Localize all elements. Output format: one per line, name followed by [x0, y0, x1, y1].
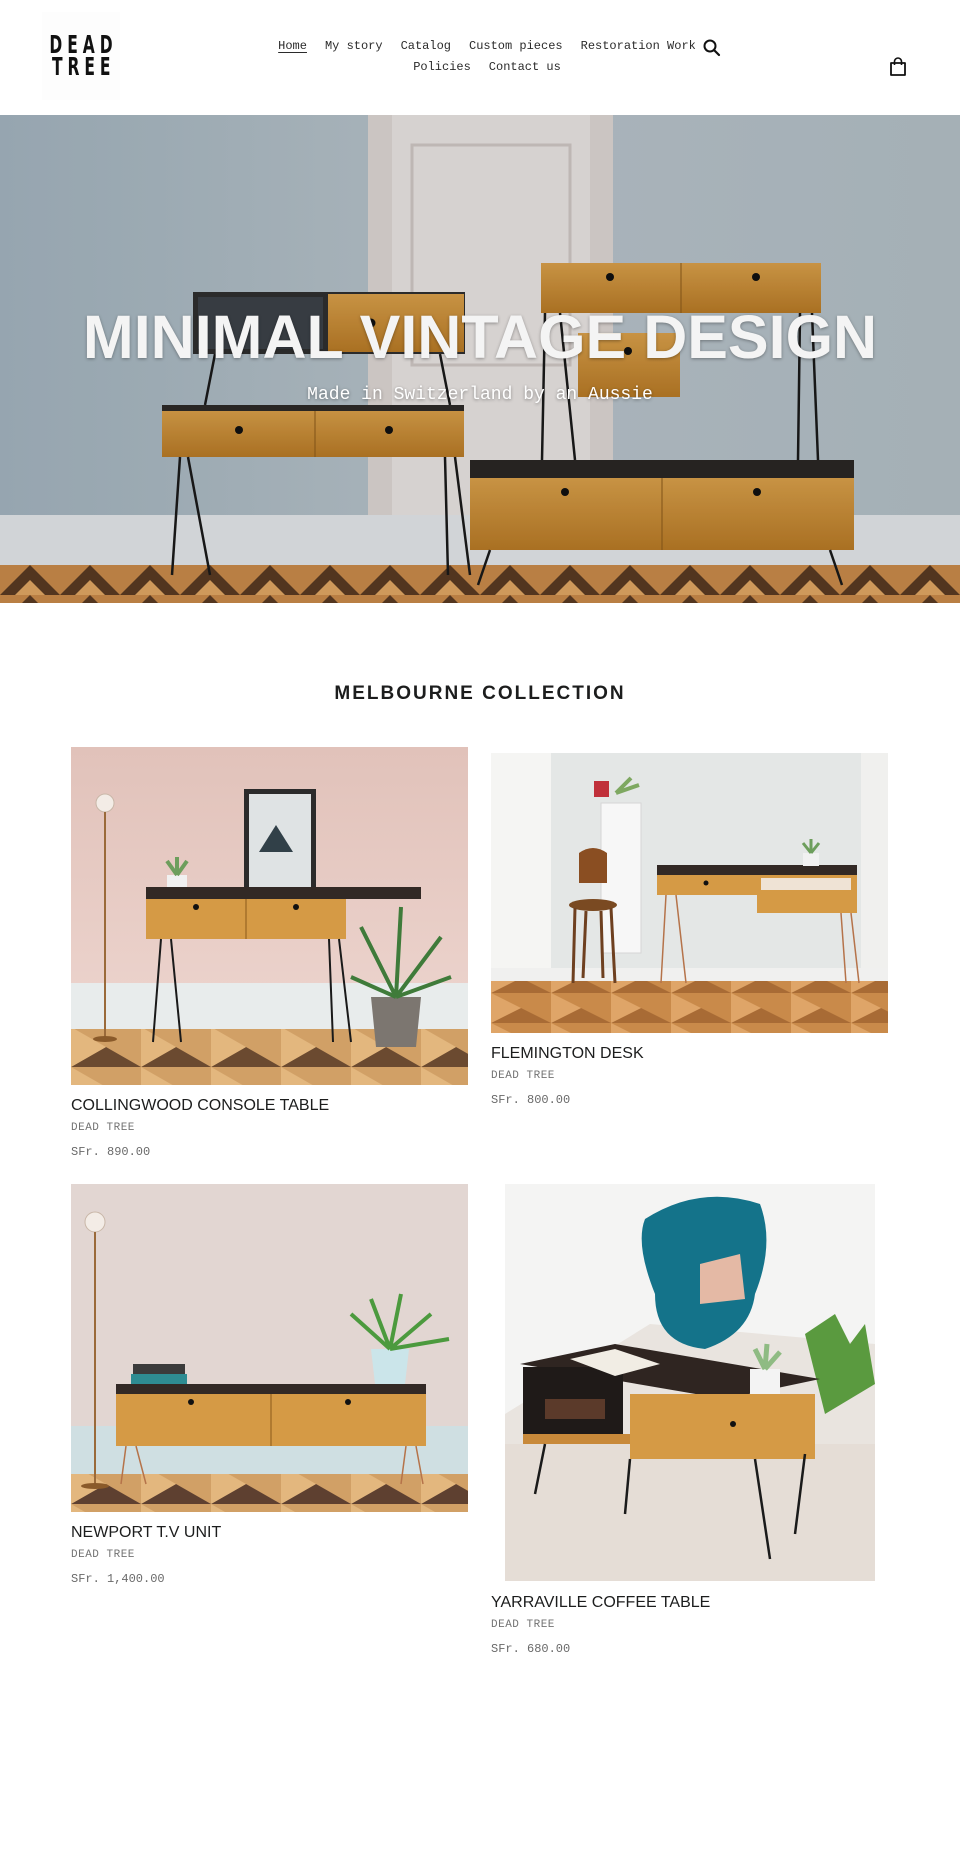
shopping-bag-icon — [890, 57, 906, 76]
flemington-desk-image — [491, 753, 888, 1033]
product-vendor: DEAD TREE — [491, 1619, 555, 1631]
product-card-newport[interactable]: NEWPORT T.V UNIT DEAD TREE SFr. 1,400.00 — [71, 1184, 468, 1594]
product-price: SFr. 890.00 — [71, 1145, 151, 1159]
nav-item-restoration-work[interactable]: Restoration Work — [572, 36, 705, 57]
product-title[interactable]: NEWPORT T.V UNIT — [71, 1524, 221, 1542]
main-nav: Home My story Catalog Custom pieces Rest… — [262, 36, 712, 78]
nav-item-catalog[interactable]: Catalog — [392, 36, 460, 57]
product-price: SFr. 1,400.00 — [71, 1572, 165, 1586]
search-button[interactable] — [702, 38, 724, 60]
nav-item-my-story[interactable]: My story — [316, 36, 392, 57]
nav-item-custom-pieces[interactable]: Custom pieces — [460, 36, 572, 57]
product-title[interactable]: YARRAVILLE COFFEE TABLE — [491, 1594, 710, 1612]
product-image[interactable] — [71, 747, 468, 1085]
logo[interactable]: DEAD TREE — [42, 12, 120, 100]
nav-row-2: Policies Contact us — [262, 57, 712, 78]
site-header: DEAD TREE Home My story Catalog Custom p… — [0, 0, 960, 115]
product-card-collingwood[interactable]: COLLINGWOOD CONSOLE TABLE DEAD TREE SFr.… — [71, 747, 468, 1167]
nav-item-policies[interactable]: Policies — [404, 57, 480, 78]
collingwood-console-table-image — [71, 747, 468, 1085]
nav-item-home[interactable]: Home — [269, 36, 316, 57]
logo-line-2: TREE — [51, 52, 116, 81]
hero-banner: MINIMAL VINTAGE DESIGN Made in Switzerla… — [0, 115, 960, 603]
nav-item-contact-us[interactable]: Contact us — [480, 57, 570, 78]
search-icon — [703, 39, 721, 57]
product-image[interactable] — [491, 753, 888, 1033]
product-vendor: DEAD TREE — [71, 1122, 135, 1134]
product-card-yarraville[interactable]: YARRAVILLE COFFEE TABLE DEAD TREE SFr. 6… — [491, 1184, 888, 1664]
product-vendor: DEAD TREE — [491, 1070, 555, 1082]
product-card-flemington[interactable]: FLEMINGTON DESK DEAD TREE SFr. 800.00 — [491, 753, 888, 1113]
collection-title: MELBOURNE COLLECTION — [334, 683, 626, 704]
hero-title: MINIMAL VINTAGE DESIGN — [82, 303, 878, 371]
newport-tv-unit-image — [71, 1184, 468, 1512]
product-price: SFr. 680.00 — [491, 1642, 571, 1656]
product-title[interactable]: COLLINGWOOD CONSOLE TABLE — [71, 1097, 329, 1115]
yarraville-coffee-table-image — [505, 1184, 875, 1581]
hero-subtitle: Made in Switzerland by an Aussie — [307, 385, 653, 405]
product-vendor: DEAD TREE — [71, 1549, 135, 1561]
nav-row-1: Home My story Catalog Custom pieces Rest… — [262, 36, 712, 57]
product-price: SFr. 800.00 — [491, 1093, 571, 1107]
product-title[interactable]: FLEMINGTON DESK — [491, 1045, 644, 1063]
product-image[interactable] — [71, 1184, 468, 1512]
product-image[interactable] — [505, 1184, 875, 1581]
cart-button[interactable] — [889, 57, 911, 79]
